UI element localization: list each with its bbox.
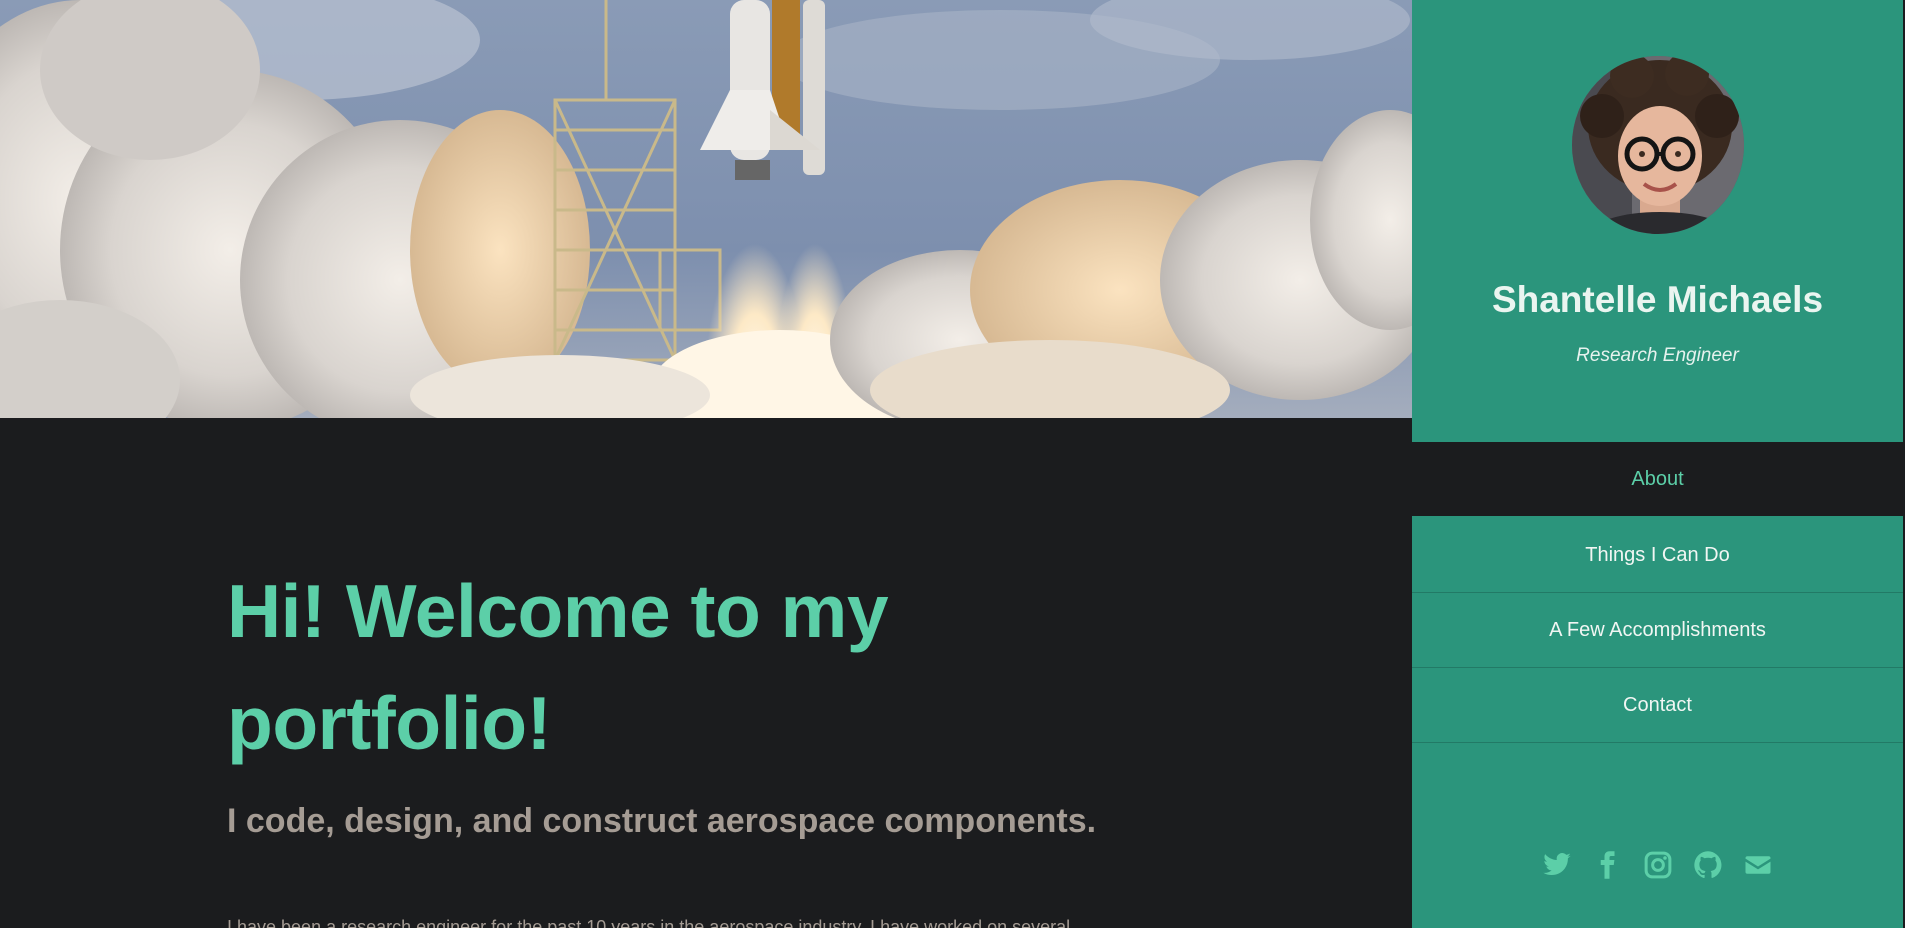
github-icon[interactable] — [1693, 850, 1723, 880]
sidebar: Shantelle Michaels Research Engineer Abo… — [1412, 0, 1905, 928]
hero-image — [0, 0, 1412, 418]
main-area: Hi! Welcome to my portfolio! I code, des… — [0, 0, 1412, 928]
profile-role: Research Engineer — [1576, 345, 1739, 366]
page-subtitle: I code, design, and construct aerospace … — [227, 802, 1097, 840]
nav-item-contact[interactable]: Contact — [1412, 668, 1903, 743]
profile-name: Shantelle Michaels — [1491, 279, 1824, 320]
social-links — [1412, 850, 1903, 880]
nav-item-accomplishments[interactable]: A Few Accomplishments — [1412, 593, 1903, 668]
avatar — [1572, 56, 1744, 234]
rocket-launch-photo — [0, 0, 1412, 418]
instagram-icon[interactable] — [1643, 850, 1673, 880]
email-icon[interactable] — [1743, 850, 1773, 880]
profile-card: Shantelle Michaels Research Engineer — [1412, 0, 1903, 442]
nav-item-things-i-can-do[interactable]: Things I Can Do — [1412, 518, 1903, 593]
nav-item-about[interactable]: About — [1412, 442, 1903, 518]
avatar-photo — [1572, 56, 1744, 234]
facebook-icon[interactable] — [1592, 850, 1622, 880]
intro-section: Hi! Welcome to my portfolio! I code, des… — [227, 555, 1227, 928]
intro-paragraph: I have been a research engineer for the … — [227, 917, 1071, 928]
twitter-icon[interactable] — [1542, 850, 1572, 880]
sidebar-nav: About Things I Can Do A Few Accomplishme… — [1412, 442, 1903, 743]
page-title: Hi! Welcome to my portfolio! — [227, 569, 889, 765]
